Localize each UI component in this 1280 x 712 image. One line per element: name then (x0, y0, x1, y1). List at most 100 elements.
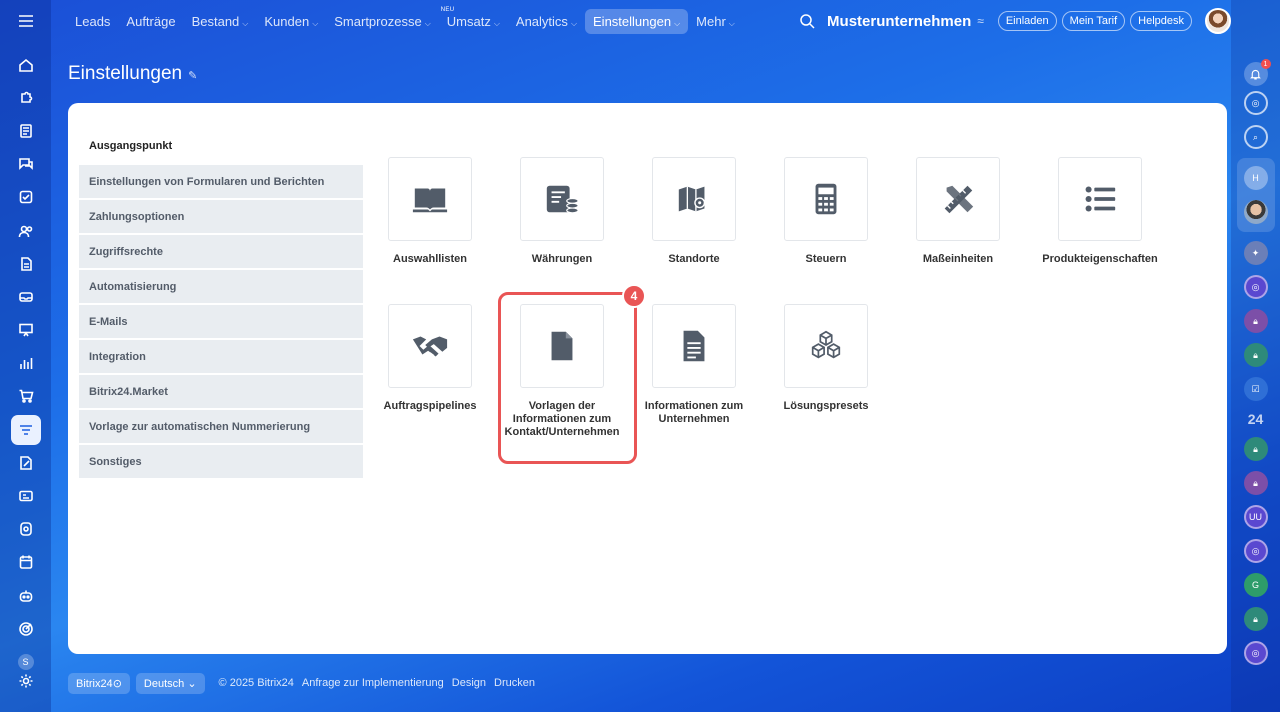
presentation-icon[interactable] (11, 315, 41, 345)
recent-chats-group: H (1236, 158, 1275, 232)
chat-avatar-robot[interactable]: ✦ (1243, 241, 1268, 265)
tile-file[interactable]: Vorlagen der Informationen zum Kontakt/U… (492, 304, 632, 439)
menu-item-6[interactable]: Integration (79, 340, 363, 373)
tile-list[interactable]: Produkteigenschaften (1030, 157, 1170, 266)
spiral-chat-icon[interactable]: ◎ (1243, 641, 1268, 665)
menu-item-4[interactable]: Automatisierung (79, 270, 363, 303)
tasks-chat-icon[interactable]: ☑ (1243, 377, 1268, 401)
notifications-bell-icon[interactable]: 1 (1243, 59, 1271, 86)
spiral-chat-icon[interactable]: ◎ (1243, 275, 1268, 299)
calendar-icon[interactable] (11, 547, 41, 577)
target-icon[interactable] (11, 614, 41, 644)
nav-item-einstellungen[interactable]: Einstellungen ⌵ (585, 8, 689, 34)
tile-currency[interactable]: Währungen (492, 157, 632, 266)
chat-icon[interactable] (11, 149, 41, 179)
nav-item-label: Analytics (515, 13, 568, 29)
tile-icon-box[interactable] (652, 157, 736, 241)
locked-chat-icon[interactable]: 🔒︎ (1243, 309, 1268, 333)
tile-document[interactable]: Informationen zum Unternehmen (624, 304, 764, 426)
tile-icon-box[interactable] (388, 304, 472, 388)
helpdesk-button[interactable]: Helpdesk (1130, 11, 1192, 31)
locked-chat-icon[interactable]: 🔒︎ (1243, 471, 1268, 495)
company-name[interactable]: Musterunternehmen (827, 13, 971, 30)
search-icon[interactable] (799, 13, 815, 29)
nav-item-analytics[interactable]: Analytics ⌵ (508, 9, 585, 34)
settings-menu: Einstellungen von Formularen und Bericht… (79, 165, 363, 480)
tile-icon-box[interactable] (520, 304, 604, 388)
tile-icon-box[interactable] (784, 157, 868, 241)
footer-link-print[interactable]: Drucken (494, 677, 535, 689)
nav-item-mehr[interactable]: Mehr ⌵ (688, 9, 743, 34)
inbox-icon[interactable] (11, 282, 41, 312)
home-icon[interactable] (11, 50, 41, 80)
tile-ruler-pencil[interactable]: Maßeinheiten (888, 157, 1028, 266)
tile-icon-box[interactable] (784, 304, 868, 388)
crm-filter-icon[interactable] (10, 414, 41, 445)
user-avatar[interactable] (1205, 8, 1231, 34)
locked-chat-icon[interactable]: 🔒︎ (1243, 607, 1268, 631)
menu-item-8[interactable]: Vorlage zur automatischen Nummerierung (79, 410, 363, 443)
locked-chat-icon[interactable]: 🔒︎ (1243, 437, 1268, 461)
tile-icon-box[interactable] (652, 304, 736, 388)
nav-item-auftr-ge[interactable]: Aufträge (118, 9, 183, 34)
settings-card: Ausgangspunkt Einstellungen von Formular… (68, 103, 1227, 654)
chevron-down-icon: ⌵ (242, 18, 249, 28)
tasks-icon[interactable] (11, 182, 41, 212)
copilot-spiral-icon[interactable]: ◎ (1243, 91, 1268, 115)
menu-item-2[interactable]: Zahlungsoptionen (79, 200, 363, 233)
tile-cubes[interactable]: Lösungspresets (756, 304, 896, 413)
nav-item-leads[interactable]: Leads (67, 9, 118, 34)
menu-heading[interactable]: Ausgangspunkt (89, 140, 172, 152)
menu-item-1[interactable]: Einstellungen von Formularen und Bericht… (79, 165, 363, 198)
settings-gear-icon[interactable] (11, 666, 41, 696)
nav-item-kunden[interactable]: Kunden ⌵ (256, 9, 326, 34)
tile-icon-box[interactable] (388, 157, 472, 241)
chat-avatar-person[interactable] (1243, 200, 1268, 224)
id-card-icon[interactable] (11, 481, 41, 511)
analytics-icon[interactable] (11, 348, 41, 378)
company-settings-icon[interactable]: ≈ (977, 14, 984, 28)
language-select[interactable]: Deutsch ⌄ (135, 672, 205, 694)
document-nav-icon[interactable] (11, 249, 41, 279)
tile-book[interactable]: Auswahllisten (360, 157, 500, 266)
my-plan-button[interactable]: Mein Tarif (1061, 11, 1126, 31)
tile-map[interactable]: Standorte (624, 157, 764, 266)
menu-item-3[interactable]: Zugriffsrechte (79, 235, 363, 268)
nav-item-smartprozesse[interactable]: Smartprozesse ⌵ (326, 9, 439, 34)
nav-item-label: Mehr (696, 13, 726, 29)
feed-icon[interactable] (11, 116, 41, 146)
nav-item-bestand[interactable]: Bestand ⌵ (184, 9, 257, 34)
robot-icon[interactable] (11, 581, 41, 611)
menu-item-7[interactable]: Bitrix24.Market (79, 375, 363, 408)
puzzle-icon[interactable] (11, 83, 41, 113)
footer-link-design[interactable]: Design (452, 677, 486, 689)
chevron-down-icon: ⌵ (493, 18, 500, 28)
bitrix24-brand-button[interactable]: Bitrix24⊙ (68, 672, 130, 694)
tile-icon-box[interactable] (1058, 157, 1142, 241)
chevron-down-icon: ⌄ (187, 677, 197, 690)
spiral-chat-icon[interactable]: ◎ (1243, 539, 1268, 563)
chat-avatar-h[interactable]: H (1243, 166, 1268, 190)
contacts-icon[interactable] (11, 216, 41, 246)
map-icon (675, 180, 713, 218)
chat-avatar-g[interactable]: G (1243, 573, 1268, 597)
invite-button[interactable]: Einladen (997, 11, 1057, 31)
tile-icon-box[interactable] (916, 157, 1000, 241)
chat-search-icon[interactable]: ⌕ (1243, 125, 1268, 149)
new-badge: NEU (440, 6, 455, 13)
pin-icon[interactable]: ✎ (188, 70, 197, 82)
cart-icon[interactable] (11, 381, 41, 411)
tile-calculator[interactable]: Steuern (756, 157, 896, 266)
menu-item-5[interactable]: E-Mails (79, 305, 363, 338)
locked-chat-icon[interactable]: 🔒︎ (1243, 343, 1268, 367)
edit-document-icon[interactable] (11, 448, 41, 478)
tile-handshake[interactable]: Auftragspipelines (360, 304, 500, 413)
menu-item-9[interactable]: Sonstiges (79, 445, 363, 478)
bitrix24-counter[interactable]: 24 (1248, 411, 1264, 427)
footer-link-implementation[interactable]: Anfrage zur Implementierung (302, 677, 444, 689)
hamburger-menu-icon[interactable] (13, 10, 39, 32)
chat-avatar-uu[interactable]: UU (1243, 505, 1268, 529)
disk-icon[interactable] (11, 514, 41, 544)
nav-item-umsatz[interactable]: NEU Umsatz ⌵ (439, 6, 508, 34)
tile-icon-box[interactable] (520, 157, 604, 241)
